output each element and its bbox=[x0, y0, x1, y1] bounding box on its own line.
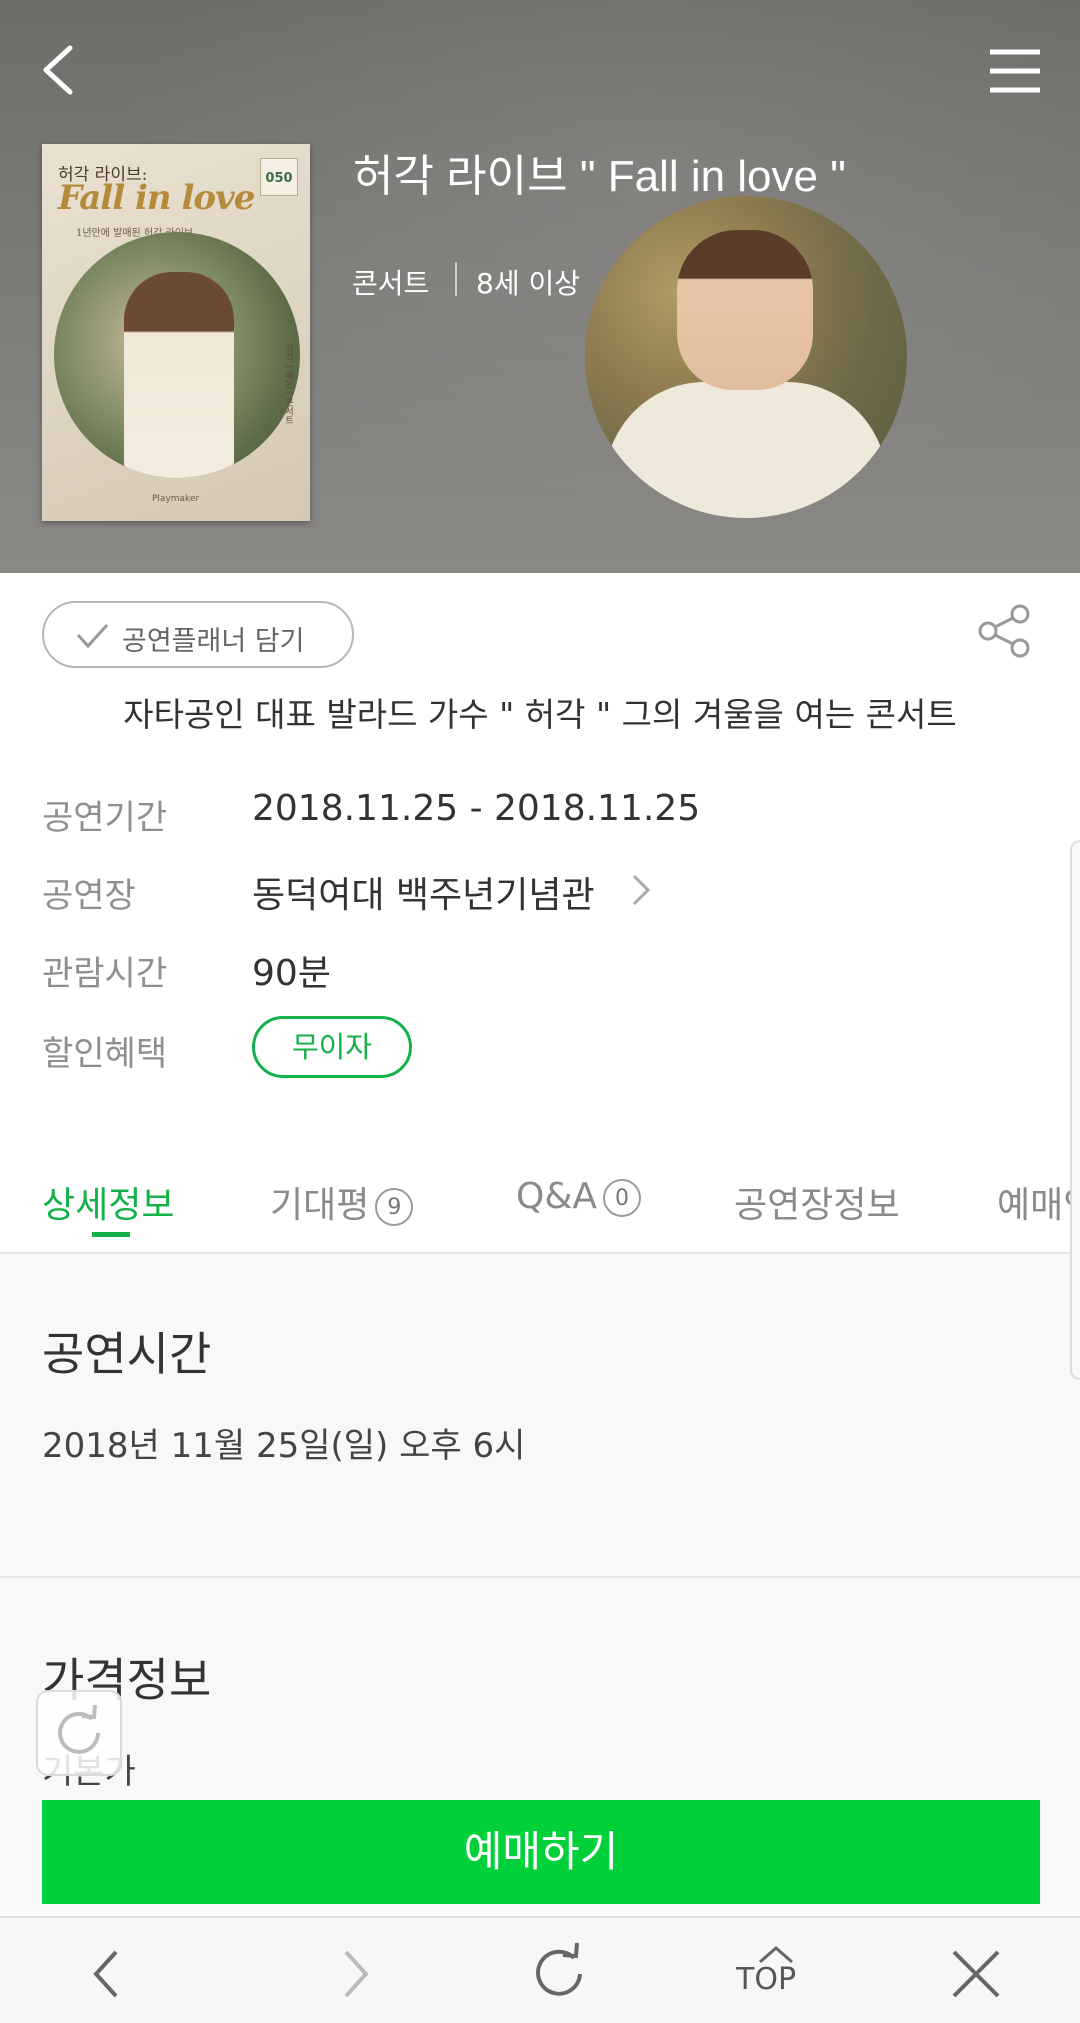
artist-head bbox=[677, 230, 813, 390]
planner-label: 공연플래너 담기 bbox=[122, 626, 305, 657]
poster-vertical-text: 허각 | 에는 | 콘서트 bbox=[283, 344, 293, 425]
browser-forward-button[interactable] bbox=[320, 1938, 390, 2008]
tab-label: 상세정보 bbox=[42, 1185, 175, 1226]
poster-figure bbox=[124, 272, 234, 478]
hamburger-menu-icon bbox=[990, 49, 1040, 93]
browser-close-button[interactable] bbox=[940, 1938, 1010, 2008]
menu-button[interactable] bbox=[984, 46, 1044, 96]
poster-number: 050 bbox=[260, 158, 298, 196]
show-poster[interactable]: 허각 라이브: Fall in love 1년만에 발매된 허각 라이브 050… bbox=[42, 144, 310, 521]
share-icon bbox=[978, 604, 1030, 658]
poster-title-big: Fall in love bbox=[58, 178, 255, 218]
hero-banner: 허각 라이브: Fall in love 1년만에 발매된 허각 라이브 050… bbox=[0, 0, 1080, 573]
show-title: 허각 라이브 " Fall in love " bbox=[353, 152, 846, 201]
venue-label: 공연장 bbox=[42, 876, 136, 916]
floating-refresh-button[interactable] bbox=[36, 1690, 122, 1776]
browser-refresh-button[interactable] bbox=[524, 1938, 594, 2008]
tab-detail-info[interactable]: 상세정보 bbox=[42, 1176, 174, 1228]
book-now-button[interactable]: 예매하기 bbox=[42, 1800, 1040, 1904]
show-tagline: 자타공인 대표 발라드 가수 " 허각 " 그의 겨울을 여는 콘서트 bbox=[123, 695, 957, 734]
arrow-left-icon bbox=[93, 1950, 118, 1998]
arrow-right-icon bbox=[344, 1950, 369, 1998]
discount-badge[interactable]: 무이자 bbox=[252, 1016, 412, 1078]
chevron-left-icon bbox=[43, 45, 73, 95]
share-button[interactable] bbox=[976, 602, 1034, 660]
runtime-value: 90분 bbox=[252, 953, 331, 994]
period-value: 2018.11.25 - 2018.11.25 bbox=[252, 788, 701, 829]
tab-count-badge: 9 bbox=[375, 1188, 414, 1226]
discount-label: 할인혜택 bbox=[42, 1034, 168, 1074]
tab-label: 예매안내 bbox=[997, 1185, 1080, 1226]
tab-label: 기대평 bbox=[270, 1185, 370, 1226]
poster-artist-image bbox=[54, 232, 300, 478]
back-button[interactable] bbox=[34, 40, 94, 100]
browser-bottom-bar: TOP bbox=[0, 1916, 1080, 2023]
chevron-right-icon[interactable] bbox=[628, 870, 654, 910]
close-icon bbox=[952, 1950, 1000, 1998]
browser-back-button[interactable] bbox=[72, 1938, 142, 2008]
performance-time-text: 2018년 11월 25일(일) 오후 6시 bbox=[42, 1426, 526, 1466]
section-divider bbox=[0, 1576, 1080, 1578]
tab-qna[interactable]: Q&A 0 bbox=[516, 1176, 642, 1217]
show-age-rating: 8세 이상 bbox=[476, 267, 580, 300]
check-icon bbox=[76, 623, 109, 649]
tab-label: Q&A bbox=[516, 1176, 598, 1217]
tab-label: 공연장정보 bbox=[734, 1185, 900, 1226]
venue-link[interactable]: 동덕여대 백주년기념관 bbox=[252, 866, 595, 918]
refresh-icon bbox=[536, 1942, 582, 1996]
artist-shirt bbox=[605, 382, 887, 518]
genre-divider bbox=[455, 262, 457, 296]
top-label: TOP bbox=[736, 1962, 797, 1997]
active-tab-indicator bbox=[92, 1232, 130, 1237]
tab-venue-info[interactable]: 공연장정보 bbox=[734, 1176, 900, 1228]
scroll-indicator[interactable] bbox=[1070, 840, 1080, 1380]
runtime-label: 관람시간 bbox=[42, 954, 168, 994]
performance-time-title: 공연시간 bbox=[42, 1327, 212, 1381]
poster-logo: Playmaker bbox=[152, 494, 200, 504]
tab-count-badge: 0 bbox=[603, 1179, 642, 1217]
period-label: 공연기간 bbox=[42, 798, 168, 838]
tab-booking-guide[interactable]: 예매안내 bbox=[997, 1176, 1080, 1228]
tab-expectation-reviews[interactable]: 기대평 9 bbox=[270, 1176, 414, 1228]
artist-photo bbox=[585, 196, 907, 518]
detail-tabs: 상세정보 기대평9 Q&A0 공연장정보 예매안내 bbox=[0, 1150, 1080, 1254]
add-to-planner-button[interactable]: 공연플래너 담기 bbox=[42, 601, 354, 668]
show-genre: 콘서트 bbox=[352, 267, 430, 300]
refresh-icon bbox=[58, 1704, 100, 1754]
